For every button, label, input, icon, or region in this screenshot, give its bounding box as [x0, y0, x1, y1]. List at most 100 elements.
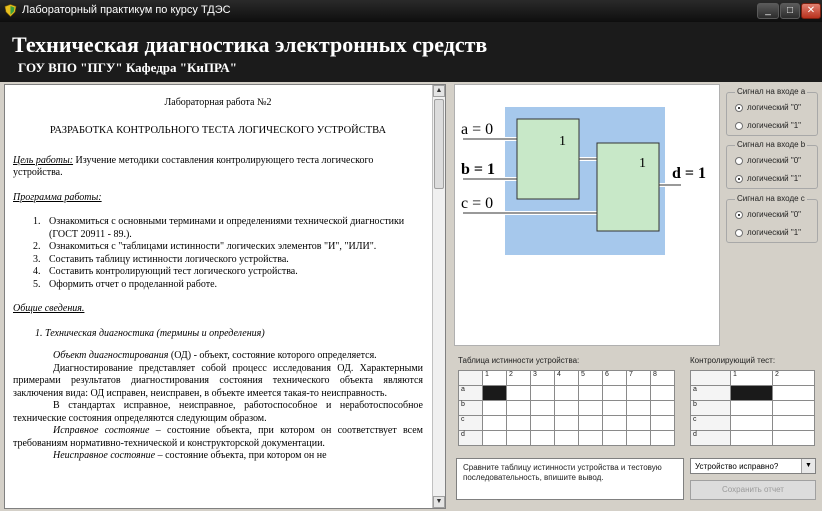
- table-cell[interactable]: [506, 385, 531, 401]
- program-label: Программа работы:: [13, 191, 102, 203]
- program-item: Составить контролирующий тест логическог…: [43, 266, 423, 279]
- scroll-down-icon[interactable]: ▼: [433, 496, 445, 508]
- table-cell[interactable]: [554, 385, 579, 401]
- table-cell[interactable]: [578, 415, 603, 431]
- scroll-thumb[interactable]: [434, 99, 444, 189]
- column-header: 4: [554, 370, 579, 386]
- radio-label: логический "1": [747, 121, 801, 130]
- table-row: b: [690, 400, 815, 416]
- save-report-button[interactable]: Сохранить отчет: [690, 480, 816, 500]
- table-cell[interactable]: [772, 400, 815, 416]
- table-cell[interactable]: [554, 400, 579, 416]
- radio-icon[interactable]: [735, 121, 743, 130]
- table-cell[interactable]: [626, 415, 651, 431]
- table-cell[interactable]: [554, 430, 579, 446]
- table-cell[interactable]: [530, 400, 555, 416]
- input-c-label: c = 0: [461, 195, 493, 212]
- table-cell[interactable]: [506, 430, 531, 446]
- table-cell[interactable]: [772, 385, 815, 401]
- radio-icon[interactable]: [735, 174, 743, 183]
- logic-diagram-panel: 1 1 a = 0 b = 1 c = 0 d = 1: [454, 84, 720, 346]
- document-pane: Лабораторная работа №2 РАЗРАБОТКА КОНТРО…: [4, 84, 446, 509]
- signal-b-option-1[interactable]: логический "1": [735, 174, 801, 183]
- signal-c-legend: Сигнал на входе c: [735, 194, 807, 203]
- column-header: 7: [626, 370, 651, 386]
- signal-b-option-0[interactable]: логический "0": [735, 156, 801, 165]
- row-header: c: [458, 415, 483, 431]
- table-cell[interactable]: [626, 430, 651, 446]
- column-header: 3: [530, 370, 555, 386]
- app-window: Лабораторный практикум по курсу ТДЭС _ □…: [0, 0, 822, 511]
- column-header: 6: [602, 370, 627, 386]
- signal-a-option-0[interactable]: логический "0": [735, 103, 801, 112]
- radio-icon[interactable]: [735, 156, 743, 165]
- term: Исправное состояние: [53, 425, 150, 437]
- table-cell[interactable]: [602, 385, 627, 401]
- table-cell[interactable]: [650, 400, 675, 416]
- maximize-button[interactable]: □: [780, 3, 800, 19]
- header-banner: Техническая диагностика электронных сред…: [0, 22, 822, 82]
- table-cell-selected[interactable]: [730, 385, 773, 401]
- table-row: 1 2 3 4 5 6 7 8: [458, 370, 675, 386]
- output-d-label: d = 1: [672, 165, 706, 182]
- column-header: 2: [506, 370, 531, 386]
- table-cell[interactable]: [578, 385, 603, 401]
- table-cell[interactable]: [506, 415, 531, 431]
- table-cell[interactable]: [482, 400, 507, 416]
- table-cell[interactable]: [650, 385, 675, 401]
- table-cell[interactable]: [602, 415, 627, 431]
- paragraph: Неисправное состояние – состояние объект…: [13, 450, 423, 463]
- table-cell[interactable]: [626, 400, 651, 416]
- signal-c-group: Сигнал на входе c логический "0" логичес…: [726, 194, 818, 243]
- table-corner: [690, 370, 731, 386]
- signal-b-legend: Сигнал на входе b: [735, 140, 808, 149]
- table-cell[interactable]: [772, 430, 815, 446]
- minimize-button[interactable]: _: [757, 3, 779, 19]
- table-cell[interactable]: [772, 415, 815, 431]
- test-table: 1 2 a b c d: [690, 370, 815, 446]
- table-cell[interactable]: [530, 415, 555, 431]
- radio-icon[interactable]: [735, 210, 743, 219]
- scroll-up-icon[interactable]: ▲: [433, 85, 445, 97]
- page-title: Техническая диагностика электронных сред…: [12, 32, 488, 57]
- table-cell[interactable]: [554, 415, 579, 431]
- app-shield-icon: [4, 4, 17, 17]
- table-cell[interactable]: [650, 430, 675, 446]
- table-cell[interactable]: [730, 400, 773, 416]
- table-row: d: [458, 430, 675, 446]
- table-cell[interactable]: [482, 415, 507, 431]
- goal-paragraph: Цель работы: Изучение методики составлен…: [13, 155, 423, 180]
- table-cell[interactable]: [602, 430, 627, 446]
- general-label: Общие сведения.: [13, 303, 85, 315]
- table-cell[interactable]: [602, 400, 627, 416]
- table-cell[interactable]: [578, 430, 603, 446]
- table-cell[interactable]: [650, 415, 675, 431]
- paragraph-text: (ОД) - объект, состояние которого опреде…: [168, 350, 377, 362]
- signal-b-group: Сигнал на входе b логический "0" логичес…: [726, 140, 818, 189]
- conclusion-textarea[interactable]: Сравните таблицу истинности устройства и…: [456, 458, 684, 500]
- chevron-down-icon[interactable]: ▼: [801, 459, 815, 473]
- table-cell[interactable]: [506, 400, 531, 416]
- table-cell[interactable]: [578, 400, 603, 416]
- signal-c-option-1[interactable]: логический "1": [735, 228, 801, 237]
- radio-icon[interactable]: [735, 228, 743, 237]
- program-item: Ознакомиться с "таблицами истинности" ло…: [43, 241, 423, 254]
- document-scrollbar[interactable]: ▲ ▼: [432, 85, 445, 508]
- paragraph-text: – состояние объекта, при котором он не: [155, 450, 327, 462]
- table-cell[interactable]: [730, 415, 773, 431]
- table-cell[interactable]: [730, 430, 773, 446]
- table-cell[interactable]: [530, 430, 555, 446]
- row-header: c: [690, 415, 731, 431]
- select-value: Устройство исправно?: [695, 462, 779, 471]
- table-cell[interactable]: [626, 385, 651, 401]
- paragraph: Диагностирование представляет собой проц…: [13, 362, 423, 399]
- table-cell[interactable]: [482, 430, 507, 446]
- signal-c-option-0[interactable]: логический "0": [735, 210, 801, 219]
- radio-icon[interactable]: [735, 103, 743, 112]
- table-cell-selected[interactable]: [482, 385, 507, 401]
- close-button[interactable]: ✕: [801, 3, 821, 19]
- signal-a-option-1[interactable]: логический "1": [735, 121, 801, 130]
- table-cell[interactable]: [530, 385, 555, 401]
- device-status-select[interactable]: Устройство исправно? ▼: [690, 458, 816, 474]
- column-header: 5: [578, 370, 603, 386]
